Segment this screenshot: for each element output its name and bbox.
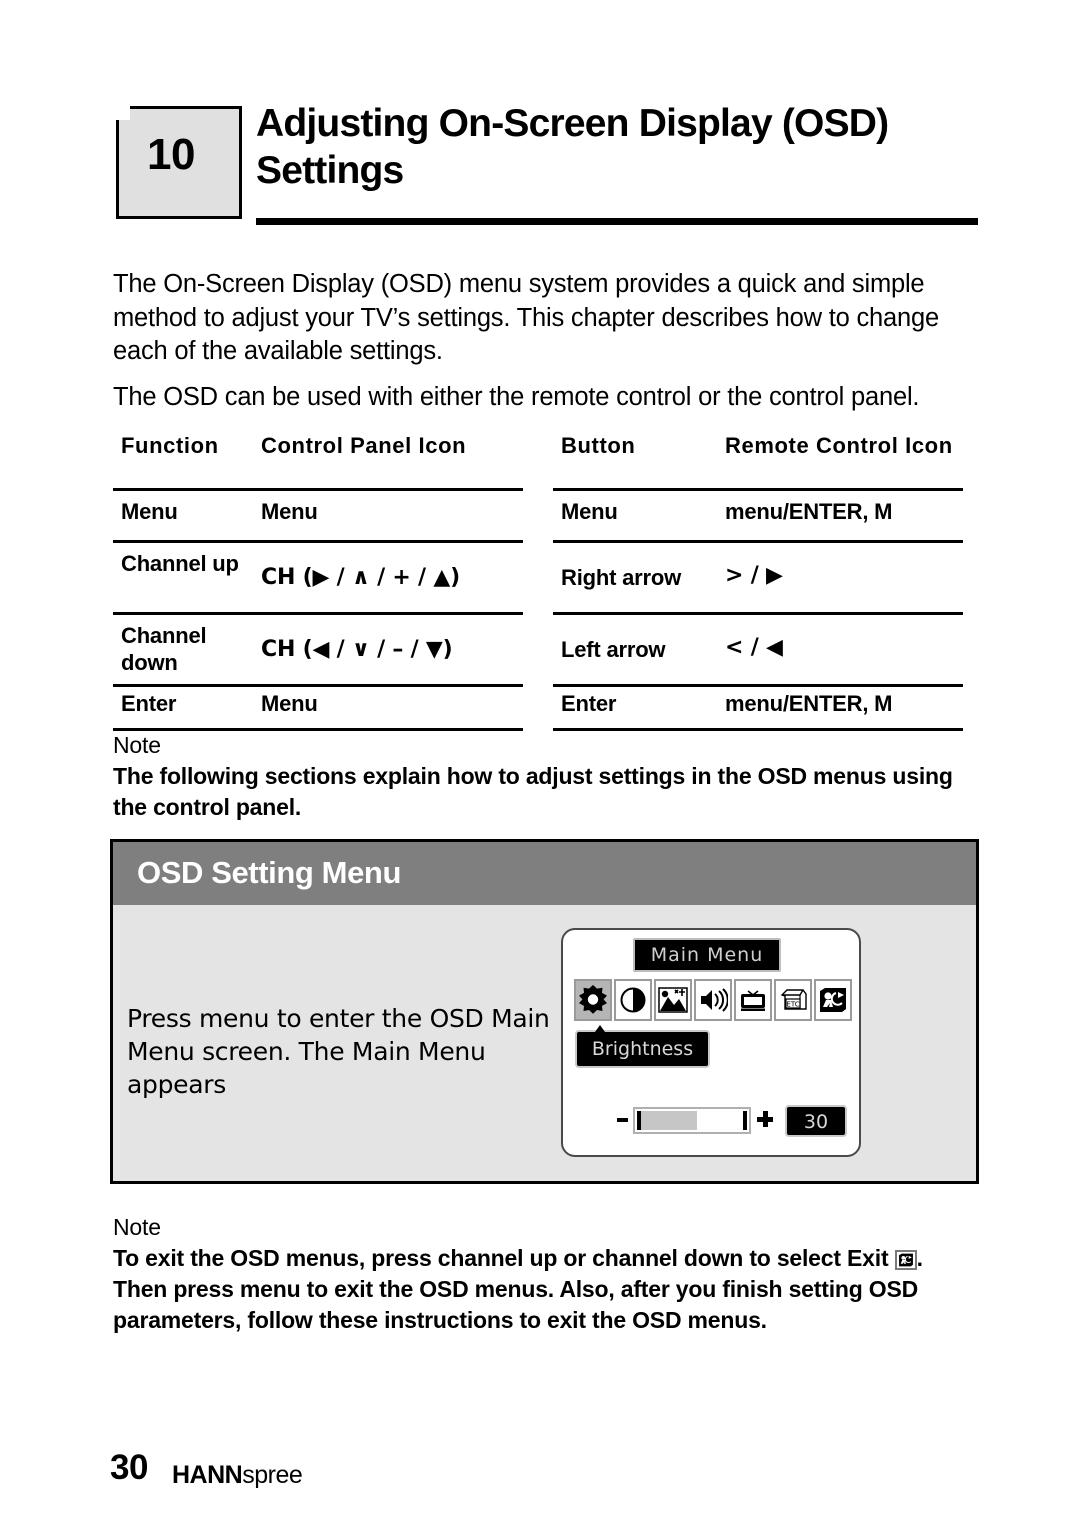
osd-title-bar-text: Main Menu [650, 944, 764, 966]
control-panel-table: Function Control Panel Icon Menu Menu Ch… [113, 432, 523, 731]
page-number: 30 [110, 1448, 148, 1487]
osd-selected-setting-text: Brightness [591, 1038, 694, 1060]
cell-button: Menu [561, 499, 618, 524]
cell-remote-control-icon: < / ◀ [725, 635, 783, 660]
osd-value-box: 30 [785, 1105, 847, 1137]
cell-remote-control-icon: > / ▶ [725, 563, 783, 588]
brightness-icon [578, 985, 608, 1015]
osd-instruction-text: Press menu to enter the OSD Main Menu sc… [127, 1002, 557, 1101]
etc-box-icon: ETC [778, 987, 808, 1013]
table-rule [553, 684, 963, 687]
table-rule [553, 612, 963, 615]
note-body: To exit the OSD menus, press channel up … [113, 1243, 983, 1336]
picture-icon [658, 987, 688, 1013]
table-rule [553, 540, 963, 543]
osd-value-text: 30 [803, 1111, 829, 1133]
osd-slider-row: 30 [617, 1103, 853, 1139]
svg-text:ETC: ETC [786, 1000, 799, 1008]
minus-icon[interactable] [617, 1118, 628, 1122]
remote-control-table: Button Remote Control Icon Menu menu/ENT… [553, 432, 963, 731]
screen-icon [738, 987, 768, 1013]
osd-icon-contrast[interactable] [614, 979, 652, 1021]
table-row: Channel down CH (◀ / ∨ / – / ▼) [113, 622, 523, 684]
control-mapping-table: Function Control Panel Icon Menu Menu Ch… [113, 432, 979, 731]
page-title: Adjusting On-Screen Display (OSD) Settin… [256, 102, 889, 192]
table-header-row: Function Control Panel Icon [113, 432, 523, 488]
osd-title-bar: Main Menu [633, 938, 781, 972]
cell-button: Right arrow [561, 565, 682, 590]
osd-brightness-slider[interactable] [633, 1107, 751, 1134]
table-rule [113, 488, 523, 491]
chapter-number: 10 [147, 130, 195, 179]
osd-icon-screen[interactable] [734, 979, 772, 1021]
table-row: Right arrow > / ▶ [553, 550, 963, 612]
exit-icon [818, 987, 848, 1013]
cell-control-panel-icon: CH (▶ / ∧ / + / ▲) [261, 565, 460, 590]
table-rule [553, 488, 963, 491]
osd-instruction-line: Press menu to enter the OSD Main Menu sc… [127, 1004, 550, 1099]
table-rule [113, 612, 523, 615]
contrast-icon [619, 986, 647, 1014]
volume-icon [698, 987, 728, 1013]
osd-slider-track [637, 1111, 747, 1130]
chapter-header: 10 Adjusting On-Screen Display (OSD) Set… [108, 100, 978, 225]
osd-icon-exit[interactable] [814, 979, 852, 1021]
intro-text: The On-Screen Display (OSD) menu system … [113, 268, 979, 414]
osd-icon-volume[interactable] [694, 979, 732, 1021]
brand-logo-light: spree [242, 1461, 303, 1489]
table-row: Left arrow < / ◀ [553, 622, 963, 684]
note-label: Note [113, 732, 161, 758]
osd-screen-mockup: Main Menu ETC Brightness 30 [561, 928, 861, 1157]
cell-function: Menu [121, 499, 178, 524]
cell-control-panel-icon: CH (◀ / ∨ / – / ▼) [261, 637, 453, 662]
osd-icon-row: ETC [574, 979, 854, 1021]
exit-icon [894, 1250, 917, 1270]
cell-remote-control-icon: menu/ENTER, M [725, 499, 893, 524]
cell-control-panel-icon: Menu [261, 691, 318, 716]
cell-button: Enter [561, 691, 617, 716]
osd-label-pointer [595, 1025, 605, 1032]
osd-selected-setting-label: Brightness [575, 1025, 710, 1068]
note-body: The following sections explain how to ad… [113, 763, 953, 820]
cell-function: Channel up [121, 551, 239, 576]
cell-control-panel-icon: Menu [261, 499, 318, 524]
cell-remote-control-icon: menu/ENTER, M [725, 691, 893, 716]
cell-function: Channel down [121, 623, 207, 675]
brand-logo: HANNspree [172, 1461, 303, 1490]
osd-panel-title: OSD Setting Menu [137, 855, 401, 890]
table-rule [113, 540, 523, 543]
table-header-row: Button Remote Control Icon [553, 432, 963, 488]
osd-slider-fill [641, 1111, 698, 1130]
table-rule [113, 684, 523, 687]
osd-setting-menu-panel: OSD Setting Menu Press menu to enter the… [110, 839, 979, 1184]
note-block-1: Note The following sections explain how … [113, 730, 983, 823]
table-row: Menu menu/ENTER, M [553, 498, 963, 540]
plus-icon[interactable] [757, 1111, 773, 1127]
osd-icon-picture[interactable] [654, 979, 692, 1021]
note-block-2: Note To exit the OSD menus, press channe… [113, 1212, 983, 1336]
table-row: Enter menu/ENTER, M [553, 690, 963, 728]
cell-button: Left arrow [561, 637, 666, 662]
page-footer: 30 HANNspree [110, 1448, 610, 1498]
brand-logo-bold: HANN [172, 1461, 243, 1489]
cell-function: Enter [121, 691, 177, 716]
osd-icon-etc[interactable]: ETC [774, 979, 812, 1021]
column-header-function: Function [121, 433, 219, 458]
intro-paragraph-2: The OSD can be used with either the remo… [113, 382, 920, 411]
table-row: Enter Menu [113, 690, 523, 728]
osd-icon-brightness[interactable] [574, 979, 612, 1021]
column-header-button: Button [561, 433, 636, 458]
table-row: Channel up CH (▶ / ∧ / + / ▲) [113, 550, 523, 612]
document-page: 10 Adjusting On-Screen Display (OSD) Set… [0, 0, 1080, 1529]
column-header-control-panel-icon: Control Panel Icon [261, 433, 467, 458]
table-row: Menu Menu [113, 498, 523, 540]
title-underline [256, 218, 978, 225]
note-label: Note [113, 1214, 161, 1240]
intro-paragraph-1: The On-Screen Display (OSD) menu system … [113, 270, 939, 365]
note-body-part-1: To exit the OSD menus, press channel up … [113, 1245, 889, 1271]
column-header-remote-control-icon: Remote Control Icon [725, 433, 953, 458]
